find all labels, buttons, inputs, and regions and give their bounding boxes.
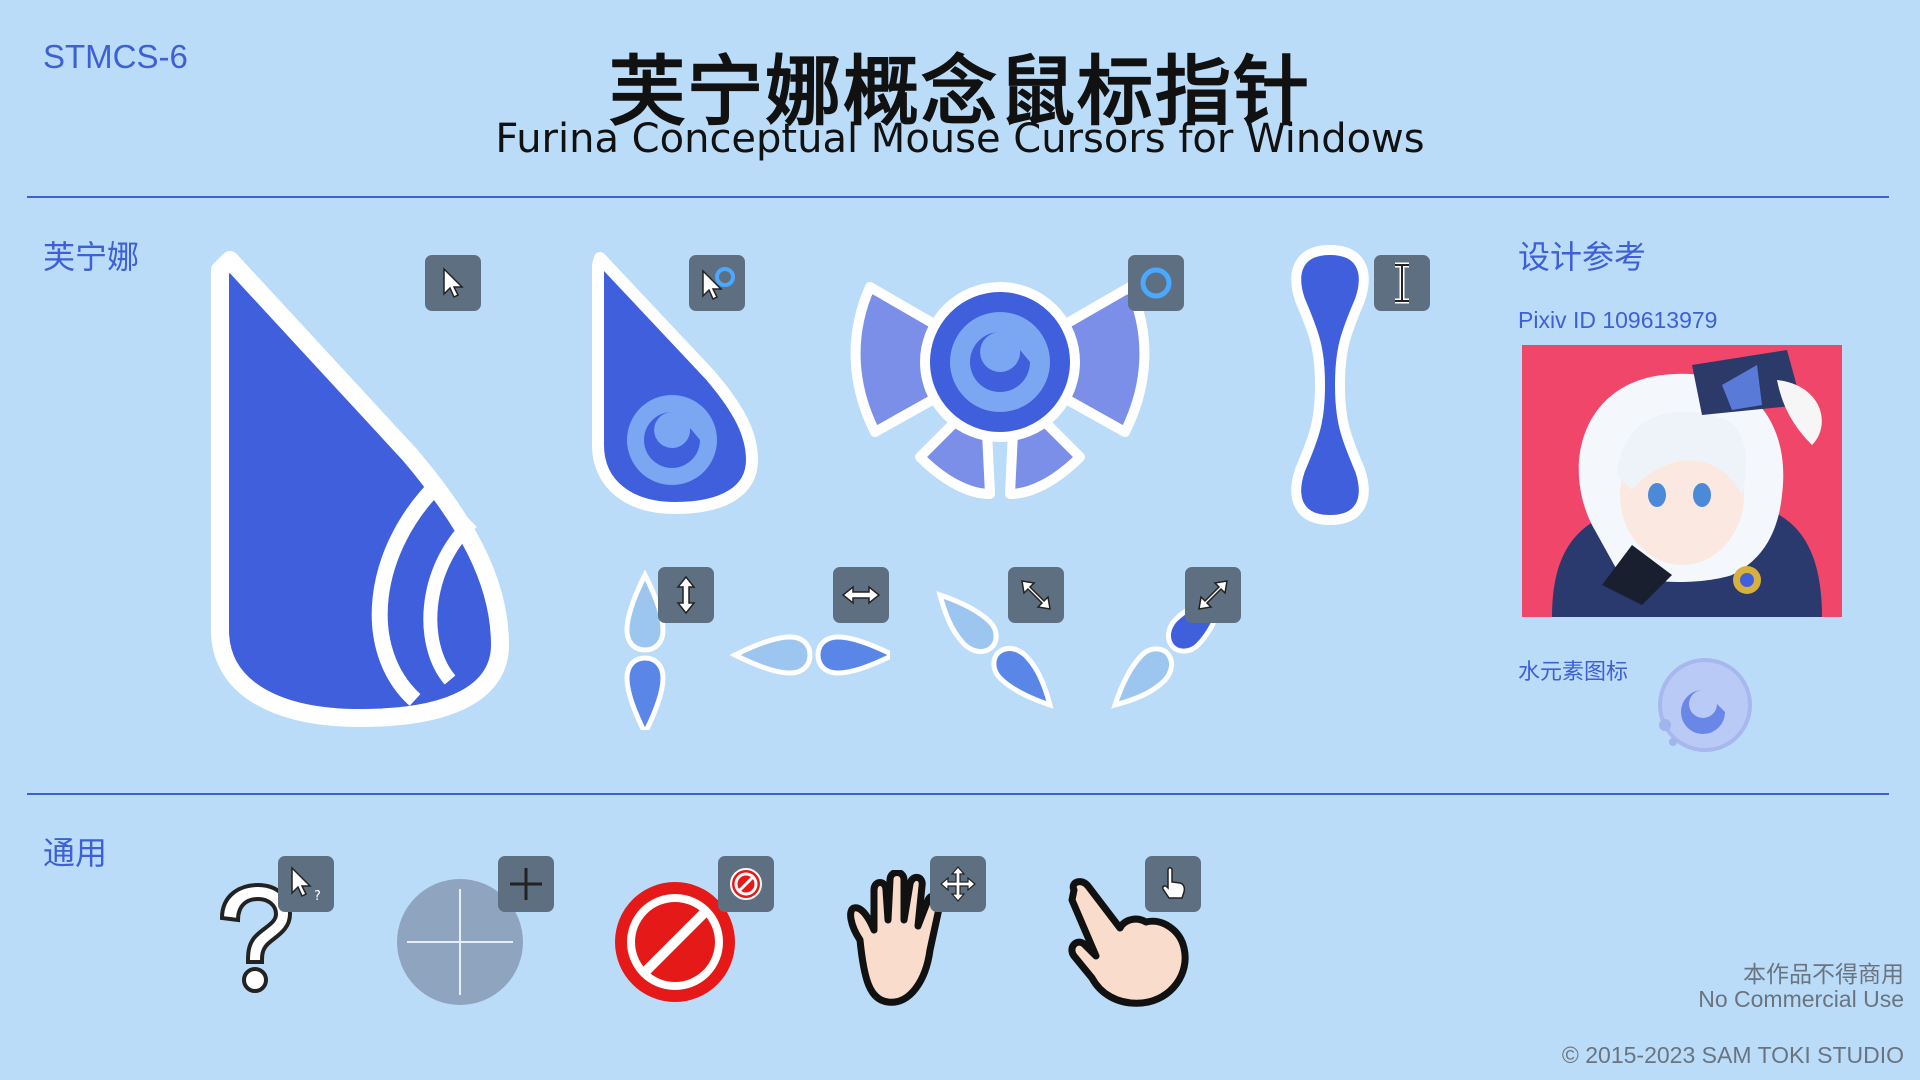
no-entry-icon <box>730 868 762 900</box>
horizontal-resize-cursor <box>730 634 890 676</box>
help-badge: ? <box>278 856 334 912</box>
help-arrow-icon: ? <box>291 866 321 904</box>
i-beam-icon <box>1395 262 1409 304</box>
text-select-badge <box>1374 255 1430 311</box>
section-label-common: 通用 <box>43 834 108 872</box>
horizontal-resize-badge <box>833 567 889 623</box>
working-badge <box>689 255 745 311</box>
section-label-furina: 芙宁娜 <box>43 238 140 276</box>
crosshair-icon <box>510 868 542 900</box>
busy-arrow-icon <box>702 267 735 301</box>
move-badge <box>930 856 986 912</box>
normal-select-badge <box>425 255 481 311</box>
diagonal-resize-badge-2 <box>1185 567 1241 623</box>
divider-top <box>27 196 1889 198</box>
no-commercial-cn: 本作品不得商用 <box>1743 961 1904 987</box>
spinner-icon <box>1140 267 1172 299</box>
link-select-badge <box>1145 856 1201 912</box>
copyright: © 2015-2023 SAM TOKI STUDIO <box>1561 1042 1904 1068</box>
arrow-vertical-icon <box>676 575 696 615</box>
arrow-diagonal-nwse-icon <box>1021 580 1051 610</box>
furina-artwork-image <box>1522 345 1842 617</box>
hydro-icon-label: 水元素图标 <box>1518 660 1629 685</box>
no-commercial-en: No Commercial Use <box>1698 986 1904 1012</box>
hydro-element-icon <box>1658 658 1752 752</box>
normal-select-drop-cursor <box>211 251 509 727</box>
busy-badge <box>1128 255 1184 311</box>
text-select-cursor <box>1291 244 1369 526</box>
unavailable-badge <box>718 856 774 912</box>
precision-badge <box>498 856 554 912</box>
reference-heading: 设计参考 <box>1518 238 1647 276</box>
busy-bow-cursor <box>850 282 1150 499</box>
vertical-resize-badge <box>658 567 714 623</box>
page-title-en: Furina Conceptual Mouse Cursors for Wind… <box>495 116 1425 162</box>
divider-middle <box>27 793 1889 795</box>
svg-text:?: ? <box>314 889 321 904</box>
arrow-diagonal-nesw-icon <box>1198 580 1228 610</box>
pointing-hand-icon <box>1162 867 1186 899</box>
arrow-horizontal-icon <box>841 585 881 605</box>
diagonal-resize-badge-1 <box>1008 567 1064 623</box>
move-arrows-icon <box>940 866 976 902</box>
arrow-pointer-icon <box>443 267 464 299</box>
pixiv-id: Pixiv ID 109613979 <box>1518 307 1718 333</box>
